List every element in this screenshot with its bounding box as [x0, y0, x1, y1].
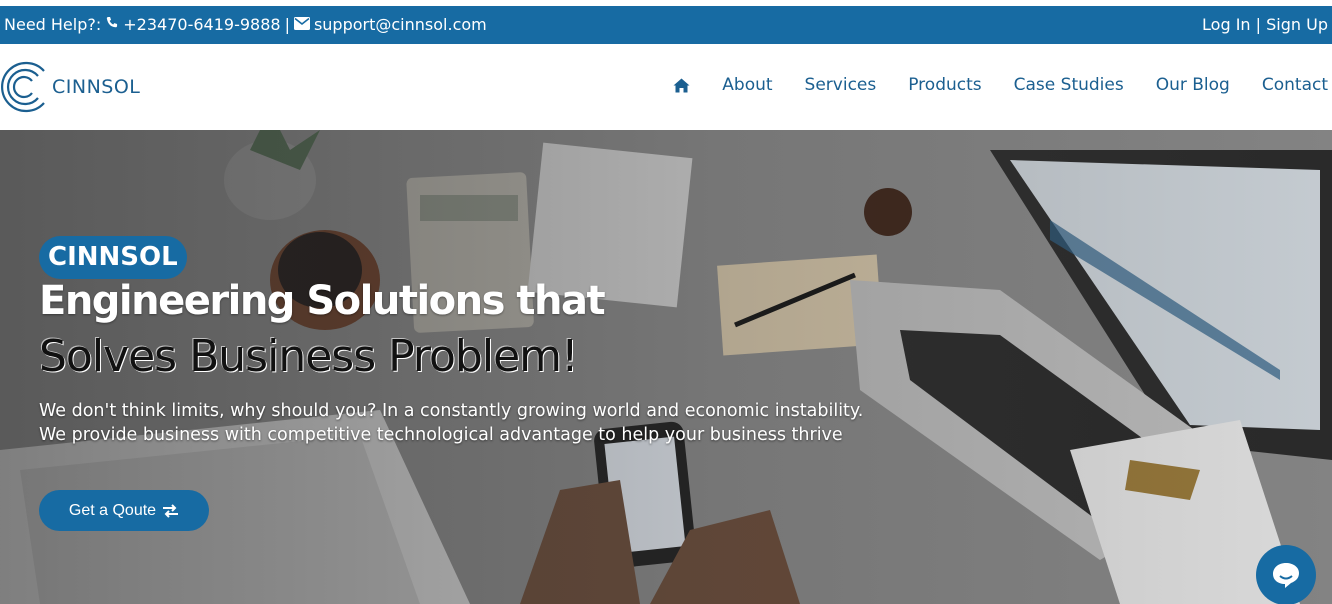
nav-contact[interactable]: Contact [1262, 75, 1328, 95]
nav-about[interactable]: About [722, 75, 772, 95]
brand-name: CINNSOL [52, 76, 141, 98]
hero-badge: CINNSOL [39, 236, 187, 279]
home-icon [673, 78, 690, 92]
help-label: Need Help?: [4, 15, 102, 34]
email-address[interactable]: support@cinnsol.com [314, 15, 487, 34]
hero-description: We don't think limits, why should you? I… [39, 401, 864, 445]
get-quote-label: Get a Qoute [68, 501, 157, 519]
nav-case-studies[interactable]: Case Studies [1014, 75, 1124, 95]
nav-home[interactable] [673, 78, 690, 93]
brand-logo[interactable]: CINNSOL [0, 57, 140, 117]
phone-icon [105, 15, 119, 34]
contact-bar: Need Help?: +23470-6419-9888 | support@c… [0, 6, 1332, 44]
signup-link[interactable]: Sign Up [1266, 15, 1328, 34]
contact-info: Need Help?: +23470-6419-9888 | support@c… [4, 15, 487, 34]
nav-our-blog[interactable]: Our Blog [1156, 75, 1230, 95]
phone-number[interactable]: +23470-6419-9888 [123, 15, 280, 34]
get-quote-button[interactable]: Get a Qoute [39, 490, 209, 531]
hero-headline-line-1: Engineering Solutions that [39, 278, 606, 324]
hero-headline-line-2: Solves Business Problem! [39, 331, 579, 382]
cinnsol-logo-mark [1, 61, 45, 113]
chat-bubble-icon [1273, 563, 1299, 588]
login-link[interactable]: Log In [1202, 15, 1251, 34]
nav-products[interactable]: Products [908, 75, 981, 95]
auth-links: Log In | Sign Up [1202, 15, 1328, 34]
contact-separator: | [284, 15, 290, 34]
envelope-icon [293, 15, 310, 34]
nav-menu: About Services Products Case Studies Our… [673, 75, 1328, 95]
exchange-icon [163, 503, 179, 518]
chat-widget-button[interactable] [1256, 545, 1316, 604]
main-navbar: CINNSOL About Services Products Case Stu… [0, 44, 1332, 131]
nav-services[interactable]: Services [805, 75, 877, 95]
hero-section: CINNSOL Engineering Solutions that Solve… [0, 130, 1332, 604]
auth-separator: | [1255, 15, 1262, 34]
